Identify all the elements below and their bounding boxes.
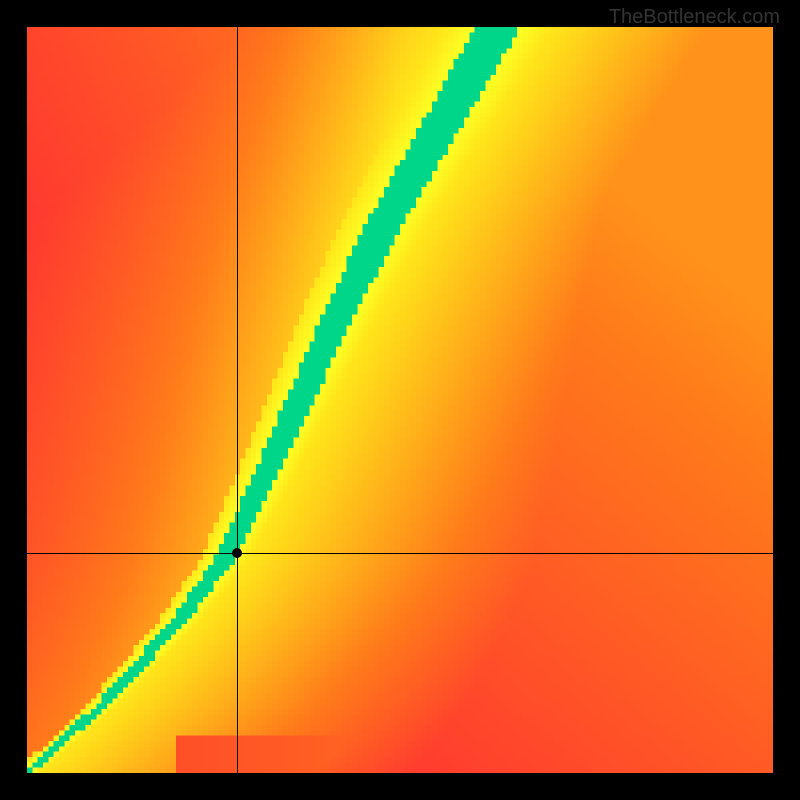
crosshair-horizontal	[27, 553, 773, 554]
watermark-text: TheBottleneck.com	[609, 6, 780, 29]
heatmap-plot	[27, 27, 773, 773]
crosshair-vertical	[237, 27, 238, 773]
heatmap-canvas	[27, 27, 773, 773]
selected-point-marker	[232, 548, 242, 558]
